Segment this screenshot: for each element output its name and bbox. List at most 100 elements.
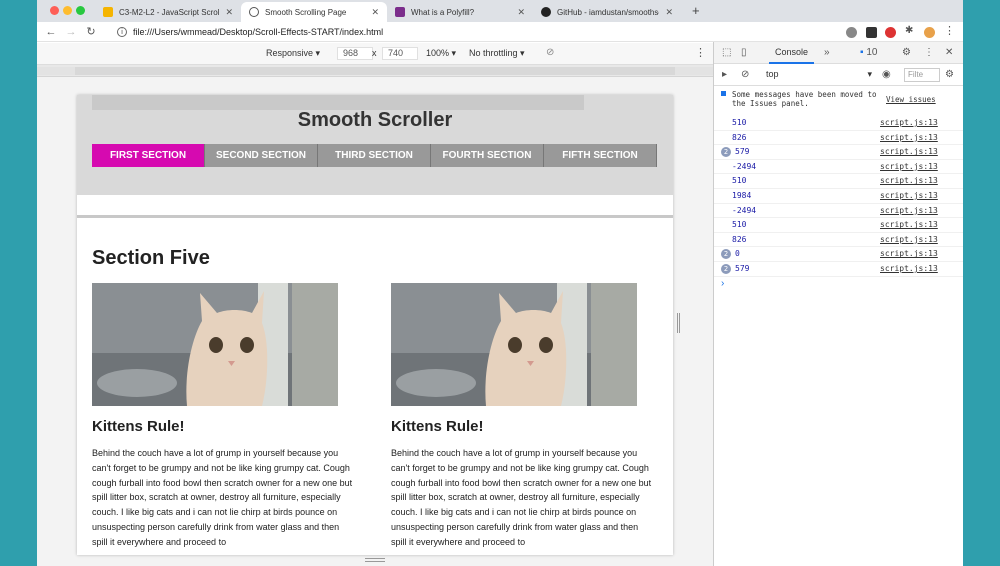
gear-icon[interactable]: ⚙ [945,69,954,80]
issues-message-text: Some messages have been moved to the Iss… [732,90,877,108]
log-source-link[interactable]: script.js:13 [880,133,938,142]
log-source-link[interactable]: script.js:13 [880,235,938,244]
close-icon[interactable]: ✕ [665,7,673,18]
log-value: 0 [735,249,740,259]
eye-icon[interactable]: ◉ [882,69,891,80]
back-arrow-icon[interactable]: ← [41,26,61,38]
info-icon [721,91,726,96]
view-issues-link[interactable]: View issues [886,95,936,104]
close-icon[interactable]: ✕ [225,7,233,18]
avatar[interactable] [924,27,935,38]
browser-tab-active[interactable]: Smooth Scrolling Page ✕ [241,2,387,22]
card: Kittens Rule! Behind the couch have a lo… [92,283,356,550]
nav-third-section[interactable]: THIRD SECTION [318,144,431,167]
console-log-line: 2 579 script.js:13 [714,145,963,160]
console-log-line: 826 script.js:13 [714,131,963,146]
url-text: file:///Users/wmmead/Desktop/Scroll-Effe… [133,27,384,37]
browser-tab[interactable]: GitHub - iamdustan/smoothsc ✕ [533,2,681,22]
section-divider [77,215,673,218]
browser-toolbar: ← → ↻ i file:///Users/wmmead/Desktop/Scr… [37,22,963,42]
log-value: 510 [732,220,747,230]
log-value: 510 [732,118,747,127]
address-bar[interactable]: i file:///Users/wmmead/Desktop/Scroll-Ef… [117,25,837,39]
more-tabs-icon[interactable]: » [824,47,830,58]
more-icon[interactable]: ⋮ [695,46,706,59]
extension-icon[interactable] [885,27,896,38]
issues-counter[interactable]: ▪ 10 [860,47,877,58]
log-source-link[interactable]: script.js:13 [880,220,938,229]
console-log-line: -2494 script.js:13 [714,204,963,219]
zoom-label: 100% [426,48,450,58]
tab-title: Smooth Scrolling Page [265,7,347,17]
close-icon[interactable]: ✕ [945,47,953,58]
log-source-link[interactable]: script.js:13 [880,176,938,185]
console-log-line: -2494 script.js:13 [714,160,963,175]
nav-fourth-section[interactable]: FOURTH SECTION [431,144,544,167]
kitten-image [92,283,338,406]
console-log-line: 1984 script.js:13 [714,189,963,204]
gear-icon[interactable]: ⚙ [902,47,911,58]
throttling-select[interactable]: No throttling ▾ [469,48,525,59]
tab-console[interactable]: Console [769,42,815,64]
log-source-link[interactable]: script.js:13 [880,249,938,258]
context-select[interactable]: top ▾ [766,69,872,79]
rotate-icon[interactable]: ⊘ [546,47,554,58]
close-window-button[interactable] [50,6,59,15]
tab-favicon-icon [103,7,113,17]
minimize-window-button[interactable] [63,6,72,15]
section-heading: Section Five [92,247,210,269]
browser-tab[interactable]: What is a Polyfill? ✕ [387,2,533,22]
clear-console-icon[interactable]: ⊘ [741,69,749,80]
console-log-line: 510 script.js:13 [714,218,963,233]
device-viewport: Smooth Scroller FIRST SECTION SECOND SEC… [37,77,713,566]
more-icon[interactable]: ⋮ [924,47,934,58]
log-value: 1984 [732,191,752,200]
log-source-link[interactable]: script.js:13 [880,162,938,171]
kitten-image [391,283,637,406]
inspect-element-icon[interactable]: ⬚ [722,47,731,58]
zoom-select[interactable]: 100% ▾ [426,48,456,59]
card-text: Behind the couch have a lot of grump in … [92,448,353,547]
site-header: Smooth Scroller FIRST SECTION SECOND SEC… [77,95,673,195]
width-input[interactable]: 968 [337,47,373,60]
extension-icon[interactable] [846,27,857,38]
globe-icon [249,7,259,17]
devtools-tabbar: ⬚ ▯ Console » ▪ 10 ⚙ ⋮ ✕ [714,42,963,64]
device-toggle-icon[interactable]: ▯ [741,47,747,58]
tab-title: GitHub - iamdustan/smoothsc [557,7,660,17]
puzzle-icon[interactable]: ✱ [905,25,916,36]
log-source-link[interactable]: script.js:13 [880,191,938,200]
close-icon[interactable]: ✕ [371,7,379,18]
log-value: 510 [732,176,747,186]
reload-icon[interactable]: ↻ [81,25,101,38]
log-source-link[interactable]: script.js:13 [880,264,938,273]
resize-handle-bottom[interactable] [365,558,385,562]
nav-second-section[interactable]: SECOND SECTION [205,144,318,167]
nav-first-section[interactable]: FIRST SECTION [92,144,205,167]
new-tab-button[interactable]: + [692,3,700,18]
resize-handle-right[interactable] [677,313,680,333]
tab-title: C3-M2-L2 - JavaScript Scroll [119,7,220,17]
height-input[interactable]: 740 [382,47,418,60]
browser-tab[interactable]: C3-M2-L2 - JavaScript Scroll ✕ [95,2,241,22]
sidebar-toggle-icon[interactable]: ▸ [722,69,727,80]
close-icon[interactable]: ✕ [517,7,525,18]
extension-icon[interactable] [866,27,877,38]
nav-fifth-section[interactable]: FIFTH SECTION [544,144,657,167]
media-query-bar[interactable] [37,65,713,77]
zoom-window-button[interactable] [76,6,85,15]
throttling-label: No throttling [469,48,518,58]
log-value: 826 [732,234,747,244]
device-mode-select[interactable]: Responsive ▾ [266,48,320,59]
card-title: Kittens Rule! [92,418,185,435]
log-source-link[interactable]: script.js:13 [880,118,938,127]
device-mode-label: Responsive [266,48,314,58]
forward-arrow-icon[interactable]: → [61,26,81,38]
more-icon[interactable]: ⋮ [944,24,955,37]
log-source-link[interactable]: script.js:13 [880,206,938,215]
filter-input[interactable]: Filte [904,68,940,82]
log-value: 826 [732,132,747,142]
console-prompt[interactable]: › [721,278,724,289]
log-source-link[interactable]: script.js:13 [880,147,938,156]
info-icon[interactable]: i [117,27,127,37]
